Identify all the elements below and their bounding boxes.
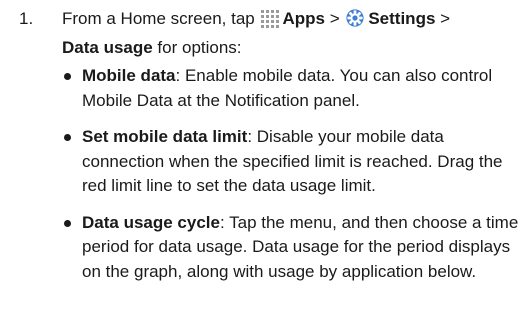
apps-grid-icon [260,9,280,36]
option-term: Data usage cycle [82,212,220,232]
list-item: Data usage cycle: Tap the menu, and then… [62,211,530,285]
bullet-icon [64,73,71,80]
options-list: Mobile data: Enable mobile data. You can… [62,64,530,284]
apps-label: Apps [282,9,325,28]
breadcrumb-separator: > [324,9,345,28]
step-instruction: From a Home screen, tap Apps > Settings … [62,7,530,60]
bullet-icon [64,134,71,141]
step-intro-suffix: for options: [152,37,242,57]
bullet-icon [64,219,71,227]
list-item: Mobile data: Enable mobile data. You can… [62,64,530,113]
step-intro-prefix: From a Home screen, tap [62,9,260,28]
settings-gear-icon [345,8,365,36]
data-usage-label: Data usage [62,37,153,57]
option-term: Mobile data [82,66,176,85]
list-item: Set mobile data limit: Disable your mobi… [62,125,530,199]
option-term: Set mobile data limit [82,127,248,146]
step-number: 1. [19,9,34,28]
breadcrumb-separator: > [435,9,451,28]
document-page: 1. From a Home screen, tap Apps > Settin… [0,0,532,311]
settings-label: Settings [368,9,436,28]
